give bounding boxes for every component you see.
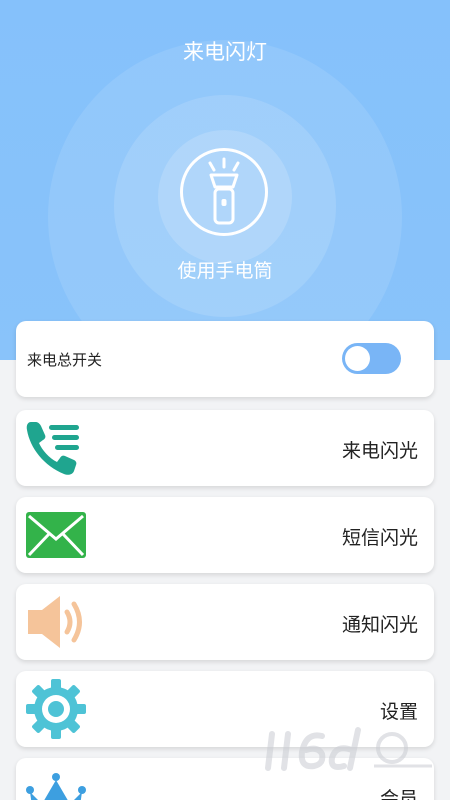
master-switch-label: 来电总开关 — [27, 351, 103, 369]
phone-call-icon — [26, 422, 79, 475]
flashlight-button[interactable] — [180, 148, 268, 236]
feature-row-call-flash[interactable]: 来电闪光 — [16, 410, 434, 486]
feature-label-call-flash: 来电闪光 — [341, 440, 418, 462]
feature-label-settings: 设置 — [379, 701, 418, 723]
master-switch-toggle[interactable] — [342, 343, 401, 374]
hero-header: 来电闪灯 使用手电筒 — [0, 0, 450, 360]
envelope-icon — [26, 512, 86, 558]
feature-row-settings[interactable]: 设置 — [16, 671, 434, 747]
page-title: 来电闪灯 — [183, 40, 267, 64]
speaker-icon — [28, 596, 82, 648]
master-switch-card: 来电总开关 — [16, 321, 434, 397]
toggle-knob — [345, 346, 370, 371]
feature-row-membership[interactable]: 会员 — [16, 758, 434, 800]
flashlight-label: 使用手电筒 — [177, 260, 273, 282]
flashlight-icon — [208, 157, 240, 225]
feature-label-notify-flash: 通知闪光 — [341, 614, 418, 636]
feature-label-sms-flash: 短信闪光 — [341, 527, 418, 549]
feature-row-notify-flash[interactable]: 通知闪光 — [16, 584, 434, 660]
crown-icon — [26, 773, 86, 800]
feature-label-membership: 会员 — [379, 788, 418, 800]
gear-icon — [26, 679, 86, 739]
feature-row-sms-flash[interactable]: 短信闪光 — [16, 497, 434, 573]
app-screen: 来电闪灯 使用手电筒 来电总开关 来电闪光 短信闪光 通知闪光 设置 会员 — [0, 0, 450, 800]
